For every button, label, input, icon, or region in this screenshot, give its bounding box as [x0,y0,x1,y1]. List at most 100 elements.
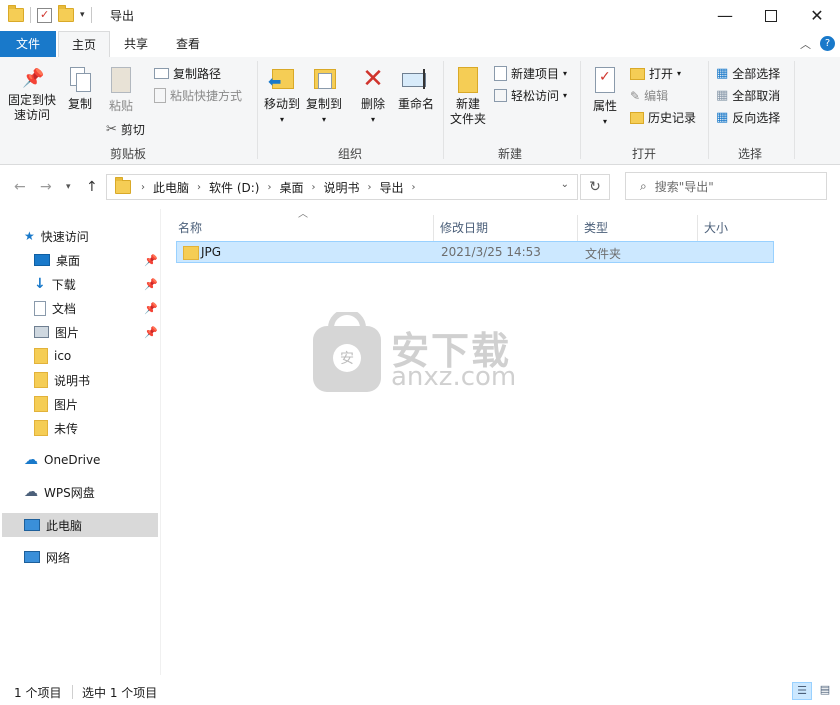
history-button[interactable]: 历史记录 [630,109,696,126]
tab-share[interactable]: 共享 [112,31,160,57]
copy-to-button[interactable]: 复制到 ▾ [304,67,344,127]
nav-label: OneDrive [44,453,101,467]
breadcrumb-item[interactable]: 导出 [374,179,410,196]
tab-view[interactable]: 查看 [164,31,212,57]
chevron-down-icon: ▾ [563,91,568,100]
invert-selection-icon: ▦ [716,110,729,125]
tab-home[interactable]: 主页 [58,31,110,59]
new-folder-label-1: 新建 [455,97,480,111]
nav-item-folder[interactable]: 图片 [34,393,78,415]
breadcrumb-item[interactable]: 此电脑 [147,179,195,196]
copy-icon [70,67,91,92]
file-name: JPG [201,245,222,259]
properties-button[interactable]: ✓ 属性 ▾ [588,67,622,129]
invert-selection-button[interactable]: ▦ 反向选择 [716,109,780,126]
chevron-right-icon[interactable]: › [265,182,273,193]
network-icon [24,551,40,563]
search-input[interactable]: ⌕ 搜索"导出" [625,172,827,200]
rename-button[interactable]: 重命名 [396,67,436,112]
status-bar: 1 个项目 选中 1 个项目 ☰ ▤ [0,678,840,705]
pin-icon[interactable]: 📌 [144,254,158,267]
address-bar[interactable]: › 此电脑 › 软件 (D:) › 桌面 › 说明书 › 导出 › ⌄ [106,174,578,200]
column-header-name[interactable]: 名称 [162,215,434,241]
chevron-right-icon[interactable]: › [410,182,418,193]
nav-item-network[interactable]: 网络 [24,546,70,568]
select-none-button[interactable]: ▦ 全部取消 [716,87,780,104]
help-icon[interactable]: ? [820,36,835,51]
copy-to-icon [312,67,336,91]
copy-path-button[interactable]: 复制路径 [154,65,221,82]
separator [708,61,709,159]
group-label-select: 选择 [737,147,762,161]
edit-label: 编辑 [644,89,669,103]
nav-item-folder[interactable]: 未传 [34,417,78,439]
address-dropdown-icon[interactable]: ⌄ [561,179,569,190]
column-header-date[interactable]: 修改日期 [434,215,578,241]
refresh-icon: ↻ [589,179,601,195]
pin-icon[interactable]: 📌 [144,326,158,339]
breadcrumb-item[interactable]: 软件 (D:) [203,179,265,196]
tab-file[interactable]: 文件 [0,31,56,57]
cut-button[interactable]: ✂ 剪切 [106,121,145,138]
folder-icon [8,5,24,22]
breadcrumb-item[interactable]: 桌面 [273,179,309,196]
column-header-size[interactable]: 大小 [698,215,758,241]
chevron-down-icon[interactable]: ▾ [80,10,85,20]
pin-label-1: 固定到快 [7,93,56,107]
pin-to-quick-access-button[interactable]: 📌 固定到快 速访问 [4,69,60,123]
up-button[interactable]: ↑ [86,179,98,195]
move-to-button[interactable]: ⬅ 移动到 ▾ [262,67,302,127]
maximize-button[interactable] [748,0,794,31]
new-folder-button[interactable]: 新建 文件夹 [448,67,488,127]
back-button[interactable]: ← [14,179,26,195]
refresh-button[interactable]: ↻ [580,174,610,200]
pin-icon[interactable]: 📌 [144,302,158,315]
column-header-type[interactable]: 类型 [578,215,698,241]
folder-icon [115,177,131,194]
paste-shortcut-button: 粘贴快捷方式 [154,87,242,104]
file-type: 文件夹 [585,247,622,261]
minimize-button[interactable]: — [702,0,748,31]
chevron-right-icon[interactable]: › [366,182,374,193]
pin-icon[interactable]: 📌 [144,278,158,291]
pin-icon: 📌 [22,68,45,89]
forward-button[interactable]: → [40,179,52,195]
delete-button[interactable]: ✕ 删除 ▾ [356,66,390,127]
nav-item-downloads[interactable]: ↓ 下载 [34,273,76,295]
nav-item-folder[interactable]: 说明书 [34,369,90,391]
select-all-icon: ▦ [716,66,729,81]
recent-locations-button[interactable]: ▾ [66,182,71,192]
new-item-button[interactable]: 新建项目 ▾ [494,65,567,82]
desktop-icon [34,254,50,266]
folder-icon [183,246,199,260]
nav-quick-access[interactable]: ★ 快速访问 [24,225,89,247]
easy-access-button[interactable]: 轻松访问 ▾ [494,87,567,104]
details-view-button[interactable]: ☰ [792,682,812,700]
large-icons-view-button[interactable]: ▤ [816,682,834,700]
nav-item-this-pc[interactable]: 此电脑 [24,514,82,536]
select-none-label: 全部取消 [732,89,781,103]
select-all-button[interactable]: ▦ 全部选择 [716,65,780,82]
navigation-bar: ← → ▾ ↑ › 此电脑 › 软件 (D:) › 桌面 › 说明书 › 导出 … [0,165,840,209]
nav-item-desktop[interactable]: 桌面 [34,249,80,271]
svg-text:安: 安 [340,351,354,367]
nav-item-wps[interactable]: ☁ WPS网盘 [24,481,95,503]
nav-label: 快速访问 [40,229,89,244]
open-button[interactable]: 打开 ▾ [630,65,681,82]
properties-icon[interactable]: ✓ [37,7,52,23]
close-button[interactable]: ✕ [794,0,840,31]
table-row[interactable]: JPG 2021/3/25 14:53 文件夹 [176,241,774,263]
chevron-right-icon: › [141,181,145,193]
nav-item-documents[interactable]: 文档 [34,297,76,319]
new-folder-icon[interactable] [58,5,74,22]
chevron-right-icon[interactable]: › [310,182,318,193]
copy-button[interactable]: 复制 [64,67,96,112]
minimize-icon: — [717,6,733,25]
nav-item-onedrive[interactable]: ☁ OneDrive [24,449,100,471]
chevron-right-icon[interactable]: › [195,182,203,193]
cloud-icon: ☁ [24,452,38,468]
nav-item-folder[interactable]: ico [34,345,71,367]
breadcrumb-item[interactable]: 说明书 [318,179,366,196]
nav-item-pictures[interactable]: 图片 [34,321,79,343]
collapse-ribbon-icon[interactable]: ︿ [800,36,811,52]
